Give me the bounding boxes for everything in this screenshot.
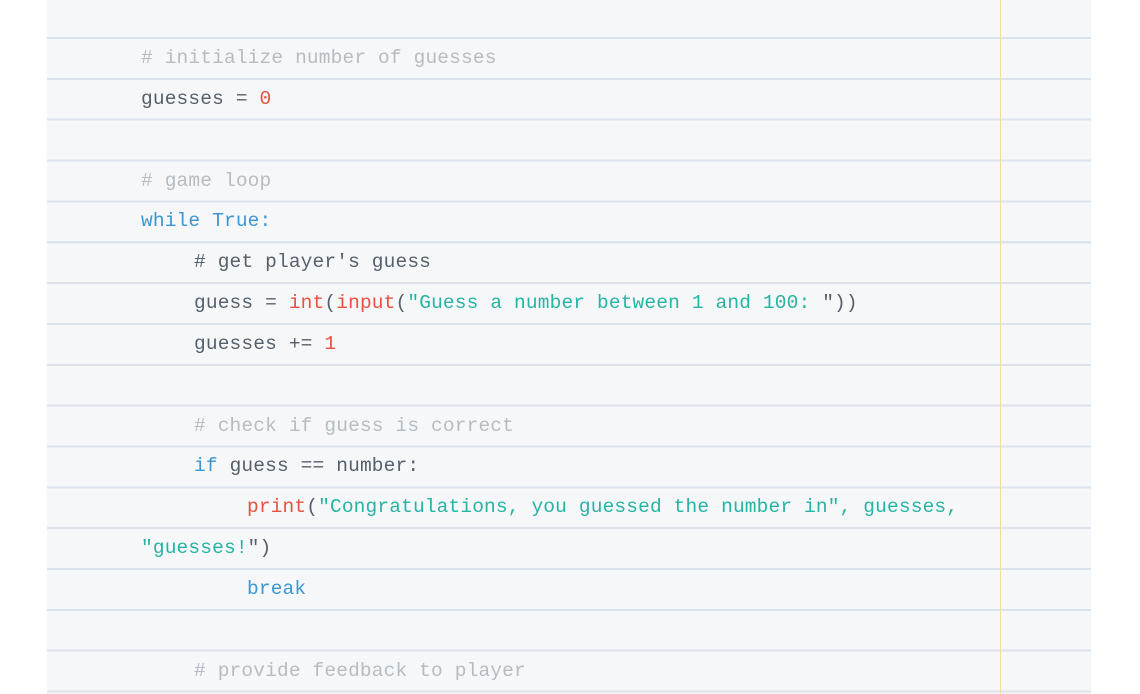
- token-plain: ")): [822, 292, 858, 315]
- blank-line: [94, 364, 958, 405]
- code-line: while True:: [94, 200, 958, 241]
- code-line: # initialize number of guesses: [94, 37, 958, 78]
- token-keyword: while True:: [141, 210, 272, 233]
- token-comment: # provide feedback to player: [194, 659, 526, 682]
- blank-line: [94, 609, 958, 650]
- code-line: print("Congratulations, you guessed the …: [94, 486, 958, 527]
- blank-line: [94, 119, 958, 160]
- token-number: 1: [324, 332, 337, 355]
- token-plain: (: [395, 292, 408, 315]
- code-line: guesses = 0: [94, 78, 958, 119]
- token-keyword: if: [194, 455, 218, 478]
- token-comment-dark: # get player's guess: [194, 251, 432, 274]
- token-string: "guesses!: [141, 537, 248, 560]
- code-line: # get player's guess: [94, 241, 958, 282]
- code-line: # provide feedback to player: [94, 650, 958, 691]
- token-builtin: print: [247, 496, 307, 519]
- token-string: "Guess a number between 1 and 100:: [407, 292, 823, 315]
- token-builtin: int: [288, 292, 325, 315]
- token-plain: (: [324, 292, 337, 315]
- token-builtin: input: [336, 292, 396, 315]
- token-plain: (: [306, 496, 319, 519]
- code-line: guesses += 1: [94, 323, 958, 364]
- token-plain: "): [247, 537, 272, 560]
- token-plain: guesses =: [141, 87, 260, 110]
- lined-paper: # initialize number of guesses guesses = …: [47, 0, 1091, 694]
- token-comment: # check if guess is correct: [194, 414, 515, 437]
- token-keyword: break: [247, 577, 307, 600]
- code-line: if guess == number:: [94, 445, 958, 486]
- token-plain: guess =: [194, 292, 289, 315]
- token-string: "Congratulations, you guessed the number…: [318, 496, 959, 519]
- token-plain: guess == number:: [217, 455, 420, 478]
- code-listing: # initialize number of guesses guesses = …: [94, 37, 958, 691]
- code-line: # check if guess is correct: [94, 405, 958, 446]
- code-line: "guesses!"): [94, 527, 958, 568]
- code-line: # game loop: [94, 160, 958, 201]
- token-number: 0: [259, 87, 272, 110]
- token-plain: guesses +=: [194, 332, 325, 355]
- code-line: guess = int(input("Guess a number betwee…: [94, 282, 958, 323]
- margin-line: [1000, 0, 1001, 694]
- code-line: break: [94, 568, 958, 609]
- token-comment: # initialize number of guesses: [141, 47, 497, 69]
- token-comment: # game loop: [141, 169, 272, 192]
